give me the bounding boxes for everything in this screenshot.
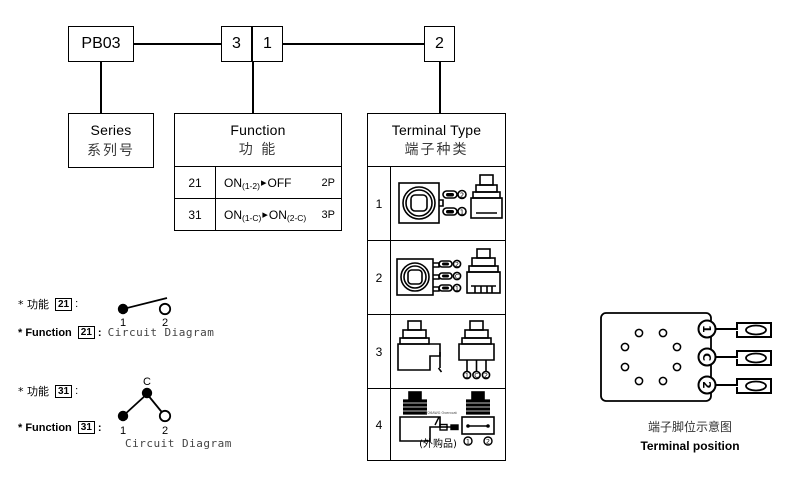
series-legend-box: Series 系列号 — [68, 113, 154, 168]
terminal-type-table-header: Terminal Type 端子种类 — [368, 114, 505, 167]
terminal-row-number: 4 — [368, 389, 391, 461]
part-code-series-box[interactable]: PB03 — [68, 26, 134, 62]
terminal-pin-label: 1 — [455, 285, 459, 293]
arrow-icon: ▸ — [260, 176, 267, 189]
terminal-position-caption-en: Terminal position — [640, 439, 740, 453]
terminal-pin-label: 1 — [465, 372, 469, 380]
circuit-21-terminal-label-1: 1 — [120, 317, 126, 329]
part-code-function-digit-2-value: 1 — [263, 35, 272, 52]
function-table-header: Function 功 能 — [175, 114, 341, 167]
terminal-row-illustration: 2 1 — [391, 167, 505, 240]
terminal-pin-label: 2 — [460, 192, 464, 200]
table-row[interactable]: 2 2 C 1 — [368, 241, 505, 315]
table-row[interactable]: 1 2 1 — [368, 167, 505, 241]
function-row-expression: ON(1-2)▸OFF — [224, 175, 292, 191]
function-row-code: 21 — [175, 167, 216, 198]
table-row[interactable]: 31 ON(1-C)▸ON(2-C) 3P — [175, 199, 341, 230]
terminal-position-pin-label-2: 2 — [700, 381, 713, 389]
terminal-row-number: 3 — [368, 315, 391, 388]
series-title-cn: 系列号 — [87, 142, 135, 159]
terminal-pin-label: 1 — [466, 438, 470, 446]
function-title-en: Function — [230, 121, 286, 138]
terminal-row-illustration: #26AWG Overcoat 1 2 (外购品) — [391, 389, 505, 461]
terminal-row-illustration: 2 C 1 — [391, 241, 505, 314]
terminal-position-pin-label-1: 1 — [700, 325, 713, 333]
terminal-pin-label: 2 — [486, 438, 490, 446]
function-row-code: 31 — [175, 199, 216, 230]
function-state-a: ON — [224, 175, 242, 190]
terminal-row-number: 2 — [368, 241, 391, 314]
terminal-row-number: 1 — [368, 167, 391, 240]
colon-en: : — [97, 326, 102, 339]
circuit-note-31-code-cn: 31 — [55, 384, 73, 398]
function-state-b-sub: (2-C) — [286, 212, 307, 223]
function-state-a: ON — [224, 207, 242, 222]
circuit-diagram-21: 1 2 — [105, 292, 195, 342]
wire-spec-label: #26AWG Overcoat — [425, 411, 457, 415]
function-row-description: ON(1-C)▸ON(2-C) 3P — [216, 207, 341, 223]
circuit-31-common-label: C — [143, 376, 151, 388]
connector-line-pb03-to-3 — [134, 43, 221, 45]
terminal-position-pin-label-c: C — [700, 353, 713, 361]
terminal-position-diagram: 1 C 2 — [595, 305, 780, 410]
circuit-note-31-cn-line: * 功能 31 : — [18, 383, 102, 399]
terminal-position-caption-cn: 端子脚位示意图 — [647, 420, 732, 434]
circuit-21-terminal-label-2: 2 — [162, 317, 168, 329]
circuit-note-31-caption: Circuit Diagram — [125, 437, 232, 450]
circuit-31-terminal-label-1: 1 — [120, 425, 126, 437]
terminal-type-title-en: Terminal Type — [391, 121, 482, 138]
terminal-pin-label: 2 — [455, 261, 459, 269]
arrow-icon: ▸ — [262, 208, 268, 221]
function-row-poles: 2P — [321, 176, 335, 189]
part-code-function-digit-2[interactable]: 1 — [252, 26, 283, 62]
function-row-description: ON(1-2)▸OFF 2P — [216, 175, 341, 191]
terminal-pin-label: 2 — [484, 372, 488, 380]
circuit-31-terminal-label-2: 2 — [162, 425, 168, 437]
circuit-note-31-en-line: * Function 31 : — [18, 421, 102, 434]
function-row-expression: ON(1-C)▸ON(2-C) — [224, 207, 307, 223]
circuit-note-31-label-cn: * 功能 — [18, 385, 49, 398]
connector-line-1-to-2 — [283, 43, 424, 45]
table-row[interactable]: 3 1 C 2 — [368, 315, 505, 389]
function-title-cn: 功 能 — [238, 141, 278, 158]
part-code-terminal-value: 2 — [435, 35, 444, 52]
terminal-pin-label: C — [455, 273, 460, 281]
drop-line-function — [252, 62, 254, 113]
colon-cn-2: : — [75, 385, 79, 397]
terminal-row-illustration: 1 C 2 — [391, 315, 505, 388]
circuit-note-21-code-en: 21 — [77, 326, 95, 339]
terminal-type-legend-table: Terminal Type 端子种类 1 2 1 2 2 C 1 3 1 C 2… — [367, 113, 506, 461]
circuit-note-21-label-en: * Function — [18, 326, 72, 339]
part-code-function-digit-1[interactable]: 3 — [221, 26, 252, 62]
part-code-series-value: PB03 — [81, 35, 121, 52]
terminal-row-note: (外购品) — [419, 437, 457, 450]
colon-cn: : — [75, 298, 79, 310]
circuit-note-21-code-cn: 21 — [55, 297, 73, 311]
function-state-b: OFF — [267, 175, 292, 190]
part-code-function-digit-1-value: 3 — [232, 35, 241, 52]
circuit-note-function-31: * 功能 31 : * Function 31 : — [18, 383, 102, 434]
terminal-type-title-cn: 端子种类 — [404, 141, 469, 158]
drop-line-terminal-type — [439, 62, 441, 113]
circuit-note-21-label-cn: * 功能 — [18, 298, 49, 311]
function-legend-table: Function 功 能 21 ON(1-2)▸OFF 2P 31 ON(1-C… — [174, 113, 342, 231]
terminal-pin-label: C — [474, 372, 479, 380]
terminal-pin-label: 1 — [460, 209, 464, 217]
table-row[interactable]: 4 #26AWG Overcoat 1 2 (外购品) — [368, 389, 505, 461]
terminal-position-caption: 端子脚位示意图 Terminal position — [600, 418, 780, 453]
function-row-poles: 3P — [321, 208, 335, 221]
colon-en-2: : — [97, 421, 102, 434]
series-title-en: Series — [90, 121, 132, 138]
circuit-diagram-31: C 1 2 — [105, 372, 205, 444]
circuit-note-31-code-en: 31 — [77, 421, 95, 434]
function-state-a-sub: (1-C) — [242, 212, 262, 223]
part-code-terminal-box[interactable]: 2 — [424, 26, 455, 62]
function-state-b: ON — [268, 207, 287, 222]
table-row[interactable]: 21 ON(1-2)▸OFF 2P — [175, 167, 341, 199]
circuit-note-31-label-en: * Function — [18, 421, 72, 434]
drop-line-series — [100, 62, 102, 113]
function-state-a-sub: (1-2) — [242, 180, 260, 191]
